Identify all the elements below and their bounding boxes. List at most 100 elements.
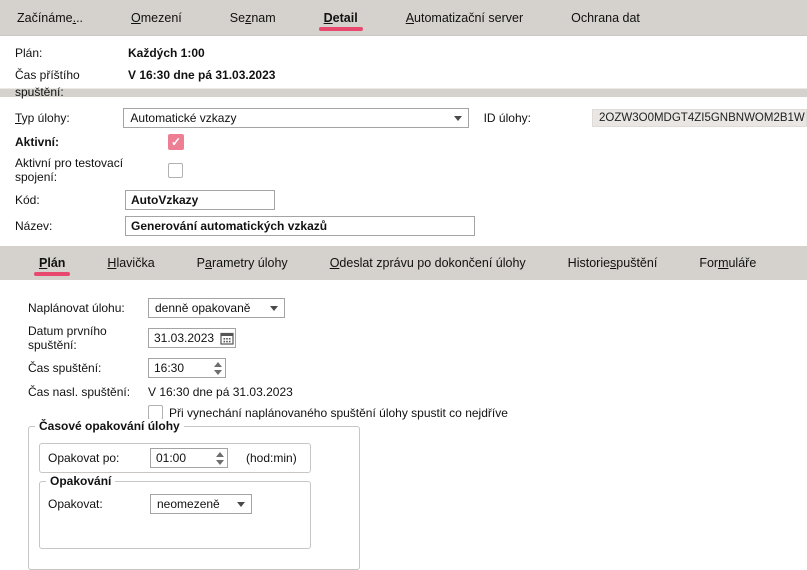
tab-label: utomatizační server [414,11,523,25]
chevron-down-icon [270,306,278,311]
tab-detail[interactable]: Detail [324,0,358,35]
catchup-label: Při vynechání naplánovaného spuštění úlo… [169,406,508,420]
tab-label: .. [76,11,83,25]
schedule-summary: Plán: Každých 1:00 Čas příštího spuštění… [0,36,807,88]
plan-summary-row: Plán: Každých 1:00 [0,45,807,67]
tab-automatizacni-server[interactable]: Automatizační server [406,0,523,35]
calendar-icon[interactable] [219,329,235,347]
run-time-label: Čas spuštění: [28,361,148,375]
tab-accesskey: D [324,11,333,25]
checkmark-icon: ✓ [171,136,181,148]
spinner-up-icon[interactable] [216,452,224,457]
name-row: Název: [15,216,807,236]
task-id-value: 2OZW3O0MDGT4ZI5GNBNWOM2B1W [592,109,807,127]
task-type-row: Typ úlohy: Automatické vzkazy ID úlohy: … [15,108,807,128]
active-test-row: Aktivní pro testovací spojení: [15,156,807,184]
task-type-value: Automatické vzkazy [130,111,447,125]
tab-label: deslat zprávu po dokončení úlohy [339,256,525,270]
first-run-date-input[interactable] [149,331,219,345]
time-repeat-group-title: Časové opakování úlohy [35,419,184,433]
code-row: Kód: [15,190,807,210]
run-time-field [148,358,226,378]
tab-label: lán [47,256,65,270]
detail-tab-bar: Plán Hlavička Parametry úlohy Odeslat zp… [0,246,807,280]
main-tab-bar: Začínáme... Omezení Seznam Detail Automa… [0,0,807,36]
tab-accesskey: O [330,256,340,270]
task-type-dropdown[interactable]: Automatické vzkazy [123,108,468,128]
repeat-groupbox: Opakování Opakovat: neomezeně [39,481,311,549]
subtab-parametry-ulohy[interactable]: Parametry úlohy [197,246,288,280]
plan-task-value: denně opakovaně [155,301,264,315]
chevron-down-icon [454,116,462,121]
task-form: Typ úlohy: Automatické vzkazy ID úlohy: … [0,97,807,236]
first-run-label: Datum prvního spuštění: [28,324,148,352]
repeat-after-label: Opakovat po: [48,451,150,465]
chevron-down-icon [237,502,245,507]
repeat-row: Opakovat: neomezeně [48,494,310,514]
repeat-after-box: Opakovat po: (hod:min) [39,443,311,473]
plan-label: Plán: [15,45,128,62]
tab-label: uláře [728,256,756,270]
repeat-after-input[interactable] [151,451,214,465]
code-label: Kód: [15,193,125,207]
task-id-label: ID úlohy: [484,111,592,125]
subtab-odeslat-zpravu[interactable]: Odeslat zprávu po dokončení úlohy [330,246,526,280]
active-label: Aktivní: [15,135,168,149]
code-input[interactable] [125,190,275,210]
tab-label: etail [333,11,358,25]
tab-accesskey: P [39,256,47,270]
plan-value: Každých 1:00 [128,45,205,62]
spinner-down-icon[interactable] [214,370,222,375]
tab-omezeni[interactable]: Omezení [131,0,182,35]
next-time-row: Čas nasl. spuštění: V 16:30 dne pá 31.03… [28,384,807,399]
tab-accesskey: m [718,256,728,270]
tab-accesskey: a [205,256,212,270]
spinner-up-icon[interactable] [214,362,222,367]
repeat-label: Opakovat: [48,497,150,511]
tab-seznam[interactable]: Seznam [230,0,276,35]
tab-ochrana-dat[interactable]: Ochrana dat [571,0,640,35]
repeat-dropdown[interactable]: neomezeně [150,494,252,514]
tab-label: Historie [568,256,610,270]
active-test-checkbox[interactable] [168,163,183,178]
repeat-value: neomezeně [157,497,231,511]
tab-label: Se [230,11,245,25]
time-repeat-groupbox: Časové opakování úlohy Opakovat po: (hod… [28,426,360,570]
first-run-row: Datum prvního spuštění: [28,324,807,352]
spinner-down-icon[interactable] [216,460,224,465]
repeat-after-unit: (hod:min) [246,451,297,465]
catchup-checkbox[interactable] [148,405,163,420]
tab-label: mezení [141,11,182,25]
run-time-row: Čas spuštění: [28,358,807,378]
repeat-after-spinner[interactable] [214,449,227,467]
tab-label: lavička [116,256,154,270]
catchup-row: Při vynechání naplánovaného spuštění úlo… [148,405,807,420]
run-time-input[interactable] [149,361,212,375]
tab-zaciname[interactable]: Začínáme... [17,0,83,35]
repeat-group-title: Opakování [46,474,115,488]
subtab-historie-spusteni[interactable]: Historie spuštění [568,246,658,280]
tab-label: For [699,256,718,270]
plan-task-dropdown[interactable]: denně opakovaně [148,298,285,318]
tab-label: puštění [616,256,657,270]
subtab-plan[interactable]: Plán [39,246,65,280]
name-input[interactable] [125,216,475,236]
tab-accesskey: H [107,256,116,270]
tab-label: P [197,256,205,270]
tab-accesskey: A [406,11,414,25]
tab-label: nam [251,11,275,25]
task-type-label: Typ úlohy: [15,111,123,125]
next-time-value: V 16:30 dne pá 31.03.2023 [148,384,293,399]
plan-tab-content: Naplánovat úlohu: denně opakovaně Datum … [0,280,807,570]
subtab-hlavicka[interactable]: Hlavička [107,246,154,280]
plan-task-row: Naplánovat úlohu: denně opakovaně [28,298,807,318]
first-run-date-field [148,328,236,348]
repeat-after-field [150,448,228,468]
tab-accesskey: O [131,11,141,25]
active-checkbox[interactable]: ✓ [168,134,184,150]
time-spinner[interactable] [212,359,225,377]
tab-label: rametry úlohy [212,256,288,270]
subtab-formulare[interactable]: Formuláře [699,246,756,280]
plan-task-label: Naplánovat úlohu: [28,301,148,315]
next-run-value: V 16:30 dne pá 31.03.2023 [128,67,275,101]
